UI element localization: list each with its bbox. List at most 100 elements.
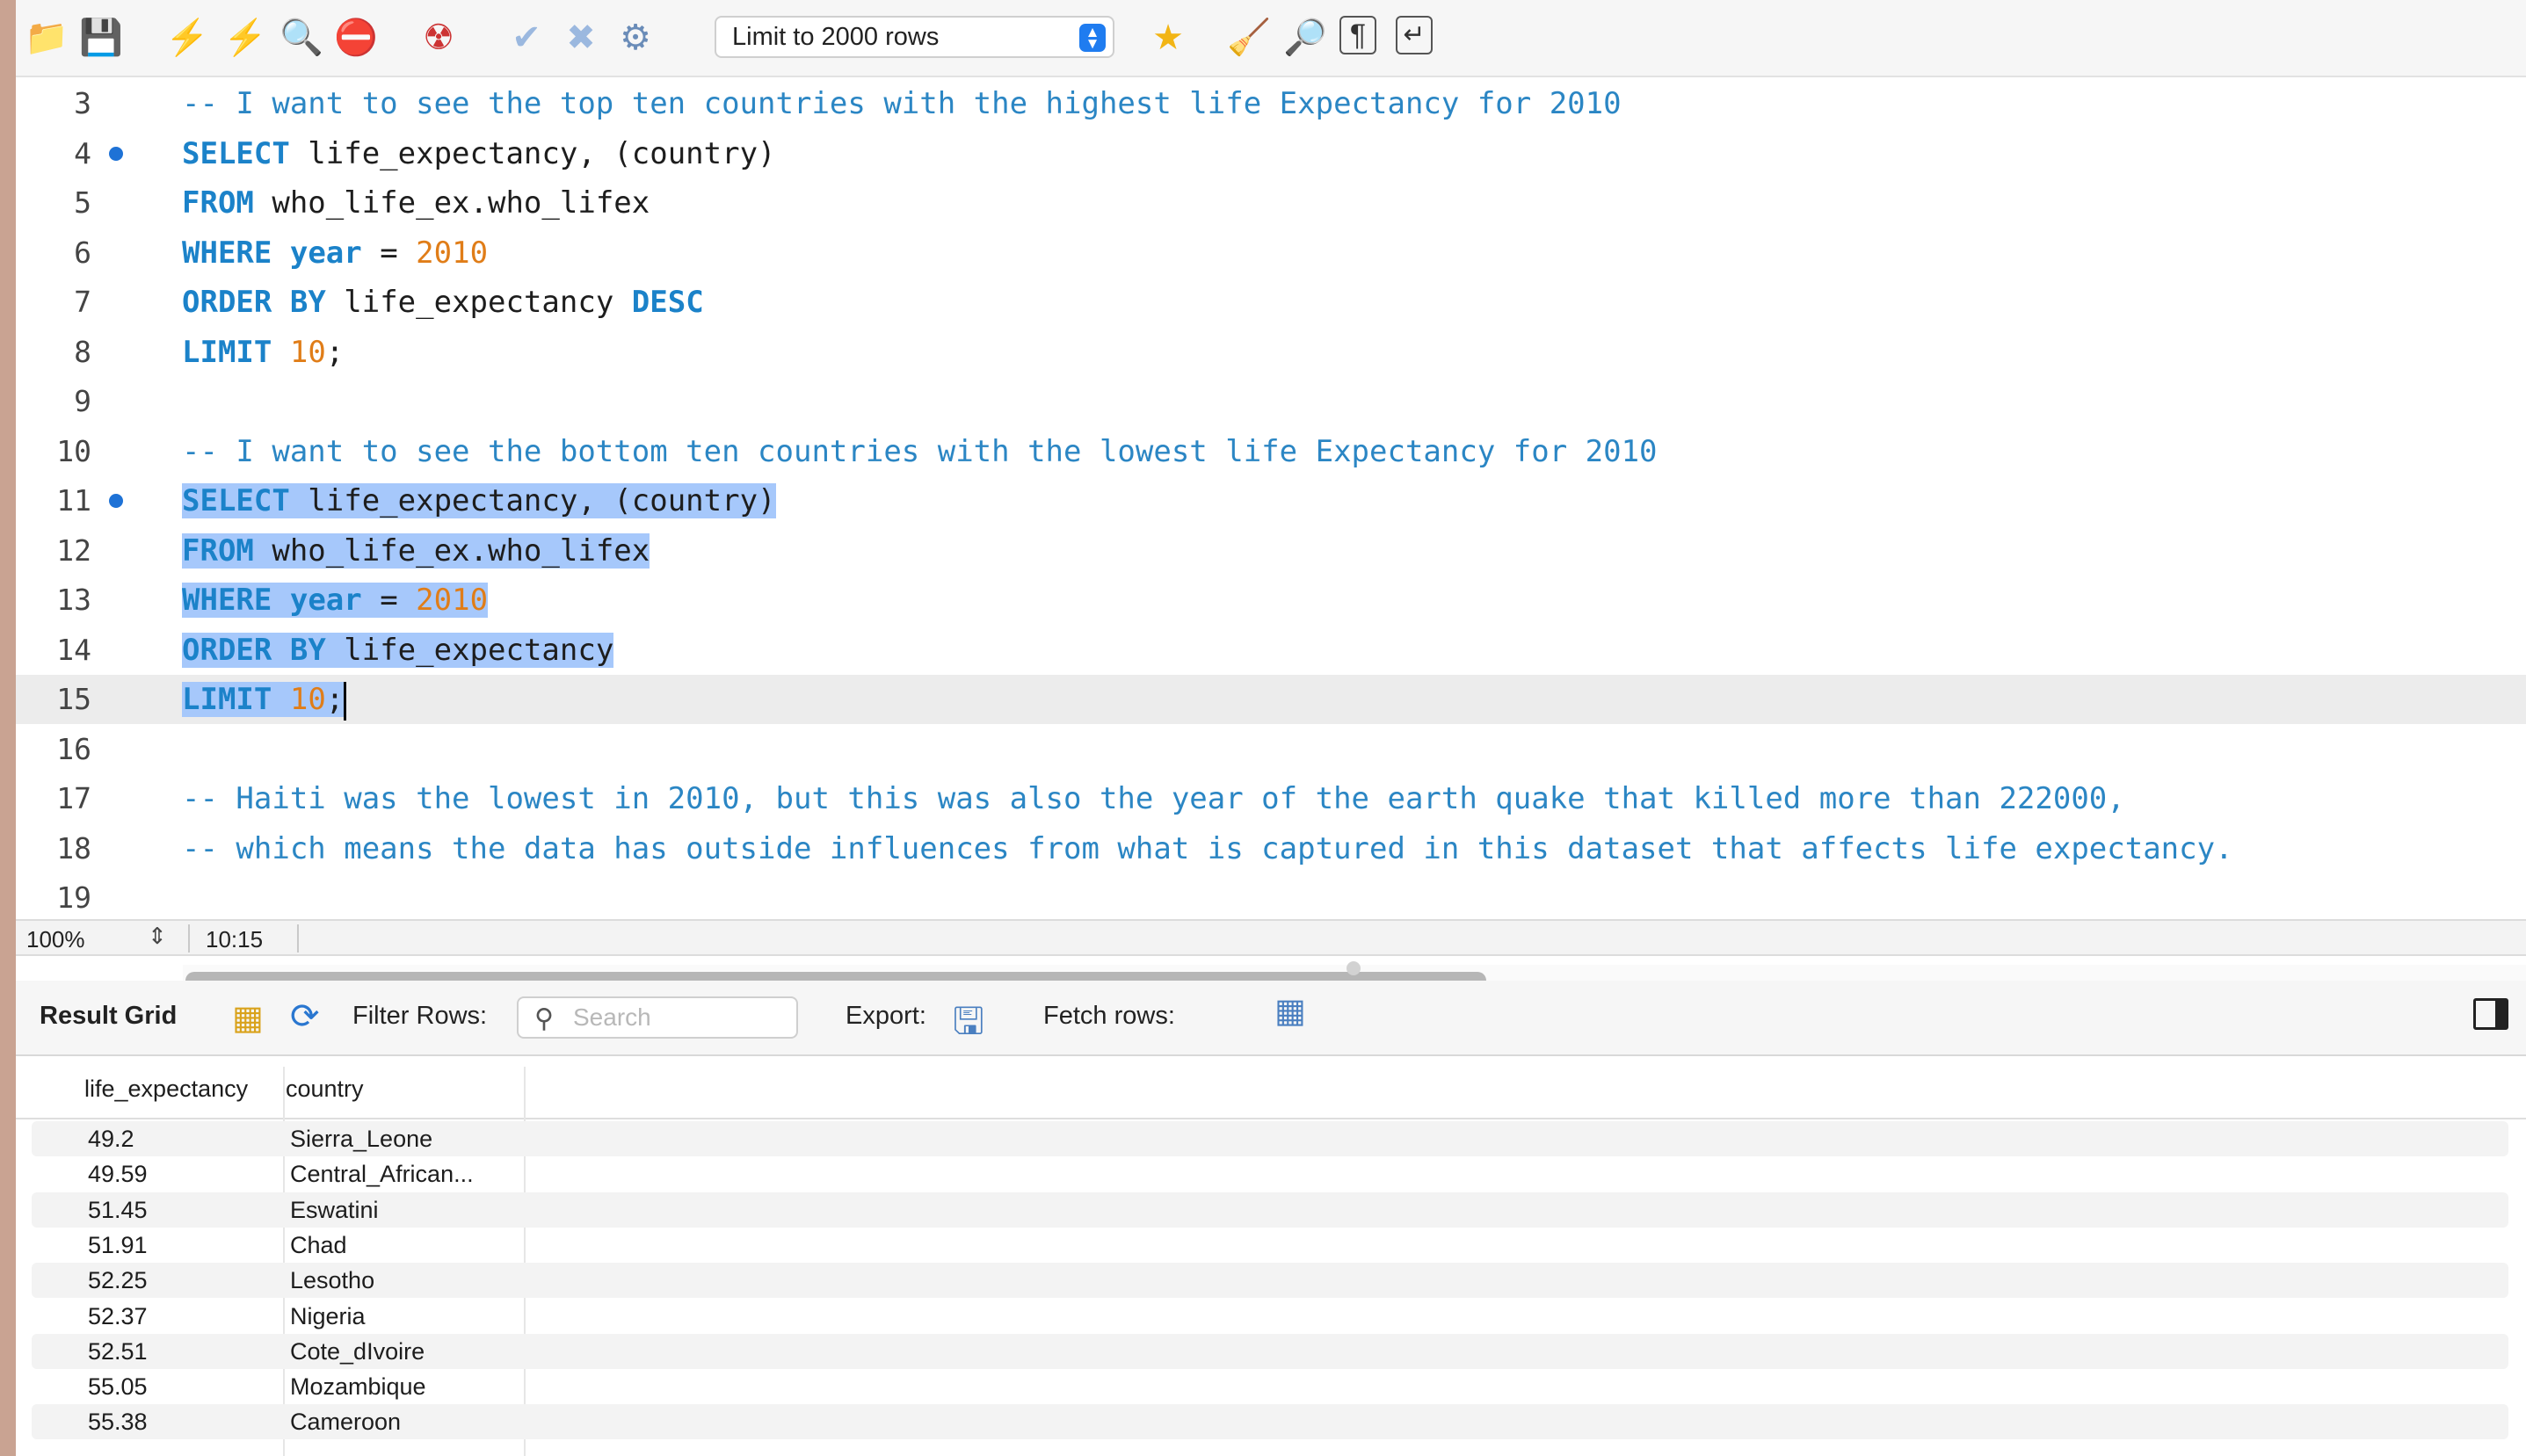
toggle-side-panel-icon[interactable] — [2473, 998, 2508, 1030]
table-row[interactable]: 52.25 Lesotho — [32, 1263, 2508, 1299]
column-header-country[interactable]: country — [286, 1076, 364, 1103]
editor-line[interactable]: 11 SELECT life_expectancy, (country) — [16, 476, 2526, 525]
refresh-icon[interactable]: ⟳ — [290, 996, 320, 1037]
editor-line[interactable]: 3 -- I want to see the top ten countries … — [16, 79, 2526, 128]
cell-country[interactable]: Lesotho — [290, 1267, 374, 1294]
zoom-stepper-icon[interactable]: ⇕ — [148, 923, 167, 950]
selected-code: SELECT life_expectancy, (country) — [182, 483, 776, 518]
cell-country[interactable]: Sierra_Leone — [290, 1126, 432, 1153]
editor-line[interactable]: 5 FROM who_life_ex.who_lifex — [16, 178, 2526, 228]
filter-search-box[interactable]: ⚲ — [517, 996, 798, 1039]
code-text: FROM who_life_ex.who_lifex — [182, 526, 650, 576]
beautify-broom-icon[interactable]: 🧹 — [1227, 16, 1271, 60]
result-grid-tab[interactable]: Result Grid — [40, 1002, 177, 1031]
search-icon: ⚲ — [534, 1004, 554, 1033]
editor-line[interactable]: 12 FROM who_life_ex.who_lifex — [16, 526, 2526, 576]
statement-marker-dot[interactable] — [109, 146, 123, 161]
wrap-lines-icon[interactable]: ↵ — [1396, 16, 1433, 54]
cell-life-expectancy[interactable]: 52.37 — [88, 1303, 148, 1330]
editor-line[interactable]: 13 WHERE year = 2010 — [16, 576, 2526, 625]
line-number: 14 — [56, 632, 91, 667]
table-row[interactable]: 49.59 Central_African... — [32, 1156, 2508, 1192]
cell-life-expectancy[interactable]: 49.59 — [88, 1161, 148, 1188]
editor-line[interactable]: 18 -- which means the data has outside in… — [16, 824, 2526, 873]
fetch-rows-icon[interactable]: ▦ — [1274, 991, 1306, 1031]
main-toolbar: 📁 💾 ⚡ ⚡ 🔍 ⛔ ☢ ✔ ✖ ⚙ Limit to 2000 rows ▲… — [16, 0, 2526, 77]
cell-life-expectancy[interactable]: 55.38 — [88, 1409, 148, 1436]
code-text: LIMIT 10; — [182, 675, 347, 724]
table-row[interactable]: 52.37 Nigeria — [32, 1299, 2508, 1334]
row-limit-label: Limit to 2000 rows — [732, 22, 940, 51]
save-icon[interactable]: 💾 — [79, 16, 123, 60]
sql-editor[interactable]: 3 -- I want to see the top ten countries … — [16, 79, 2526, 989]
table-row[interactable]: 52.51 Cote_dIvoire — [32, 1333, 2508, 1369]
editor-line[interactable]: 7 ORDER BY life_expectancy DESC — [16, 278, 2526, 327]
cell-life-expectancy[interactable]: 55.05 — [88, 1373, 148, 1401]
editor-status-bar: 100% ⇕ 10:15 — [16, 919, 2526, 956]
editor-line[interactable]: 10 -- I want to see the bottom ten countr… — [16, 427, 2526, 476]
export-icon[interactable]: 🖫 — [953, 995, 984, 1057]
code-content: -- I want to see the bottom ten countrie… — [182, 433, 1658, 469]
editor-line[interactable]: 14 ORDER BY life_expectancy — [16, 626, 2526, 675]
editor-line[interactable]: 9 — [16, 377, 2526, 426]
editor-line[interactable]: 6 WHERE year = 2010 — [16, 228, 2526, 278]
cell-life-expectancy[interactable]: 51.45 — [88, 1197, 148, 1224]
table-row[interactable]: 51.45 Eswatini — [32, 1192, 2508, 1228]
cell-life-expectancy[interactable]: 52.25 — [88, 1267, 148, 1294]
cell-life-expectancy[interactable]: 52.51 — [88, 1338, 148, 1365]
toggle-error-icon[interactable]: ☢ — [417, 16, 461, 60]
text-caret — [344, 681, 347, 721]
find-magnifier-icon[interactable]: 🔎 — [1283, 16, 1327, 60]
execute-lightning-icon[interactable]: ⚡ — [165, 16, 209, 60]
editor-line[interactable]: 17 -- Haiti was the lowest in 2010, but t… — [16, 774, 2526, 823]
invisible-chars-pilcrow-icon[interactable]: ¶ — [1339, 16, 1376, 54]
cell-country[interactable]: Eswatini — [290, 1197, 379, 1224]
open-folder-icon[interactable]: 📁 — [25, 16, 69, 60]
editor-line[interactable]: 15 LIMIT 10; — [16, 675, 2526, 724]
result-toolbar: Result Grid ▦ ⟳ Filter Rows: ⚲ Export: 🖫… — [16, 981, 2526, 1056]
table-row[interactable]: 55.05 Mozambique — [32, 1369, 2508, 1404]
editor-line[interactable]: 4 SELECT life_expectancy, (country) — [16, 129, 2526, 178]
commit-check-icon[interactable]: ✔ — [504, 16, 548, 60]
table-row[interactable]: 51.91 Chad — [32, 1228, 2508, 1263]
rollback-x-icon[interactable]: ✖ — [559, 16, 603, 60]
statement-marker-dot[interactable] — [109, 494, 123, 508]
code-content: -- I want to see the top ten countries w… — [182, 86, 1622, 121]
cell-country[interactable]: Mozambique — [290, 1373, 426, 1401]
line-number: 9 — [74, 384, 91, 418]
execute-current-lightning-icon[interactable]: ⚡ — [223, 16, 267, 60]
selected-code: FROM who_life_ex.who_lifex — [182, 532, 650, 569]
line-number: 17 — [56, 781, 91, 815]
line-number: 11 — [56, 483, 91, 518]
code-content: FROM who_life_ex.who_lifex — [182, 185, 650, 221]
cell-country[interactable]: Nigeria — [290, 1303, 366, 1330]
row-limit-select[interactable]: Limit to 2000 rows ▲ ▼ — [715, 16, 1114, 58]
grid-view-icon[interactable]: ▦ — [232, 998, 264, 1038]
editor-line[interactable]: 8 LIMIT 10; — [16, 328, 2526, 377]
code-text: -- which means the data has outside infl… — [182, 824, 2233, 873]
table-row[interactable]: 55.38 Cameroon — [32, 1404, 2508, 1440]
status-divider — [188, 924, 190, 953]
column-header-life-expectancy[interactable]: life_expectancy — [84, 1076, 248, 1103]
autocommit-icon[interactable]: ⚙ — [613, 16, 657, 60]
explain-magnifier-icon[interactable]: 🔍 — [279, 16, 323, 60]
cell-country[interactable]: Central_African... — [290, 1161, 474, 1188]
cell-country[interactable]: Cameroon — [290, 1409, 401, 1436]
cell-life-expectancy[interactable]: 49.2 — [88, 1126, 134, 1153]
cell-country[interactable]: Chad — [290, 1232, 347, 1259]
result-grid: life_expectancy country 49.2 Sierra_Leone… — [16, 1058, 2526, 1456]
search-input[interactable] — [573, 1003, 784, 1032]
table-row[interactable]: 49.2 Sierra_Leone — [32, 1121, 2508, 1156]
line-number: 13 — [56, 583, 91, 617]
bookmark-star-icon[interactable]: ★ — [1146, 16, 1190, 60]
panel-splitter-handle[interactable] — [1346, 961, 1361, 975]
zoom-level[interactable]: 100% — [26, 926, 85, 953]
line-number: 4 — [74, 135, 91, 170]
sql-editor-window: 📁 💾 ⚡ ⚡ 🔍 ⛔ ☢ ✔ ✖ ⚙ Limit to 2000 rows ▲… — [16, 0, 2526, 1456]
cell-life-expectancy[interactable]: 51.91 — [88, 1232, 148, 1259]
editor-line[interactable]: 19 — [16, 873, 2526, 923]
line-number: 10 — [56, 433, 91, 468]
cell-country[interactable]: Cote_dIvoire — [290, 1338, 425, 1365]
editor-line[interactable]: 16 — [16, 725, 2526, 774]
stop-icon[interactable]: ⛔ — [334, 16, 378, 60]
